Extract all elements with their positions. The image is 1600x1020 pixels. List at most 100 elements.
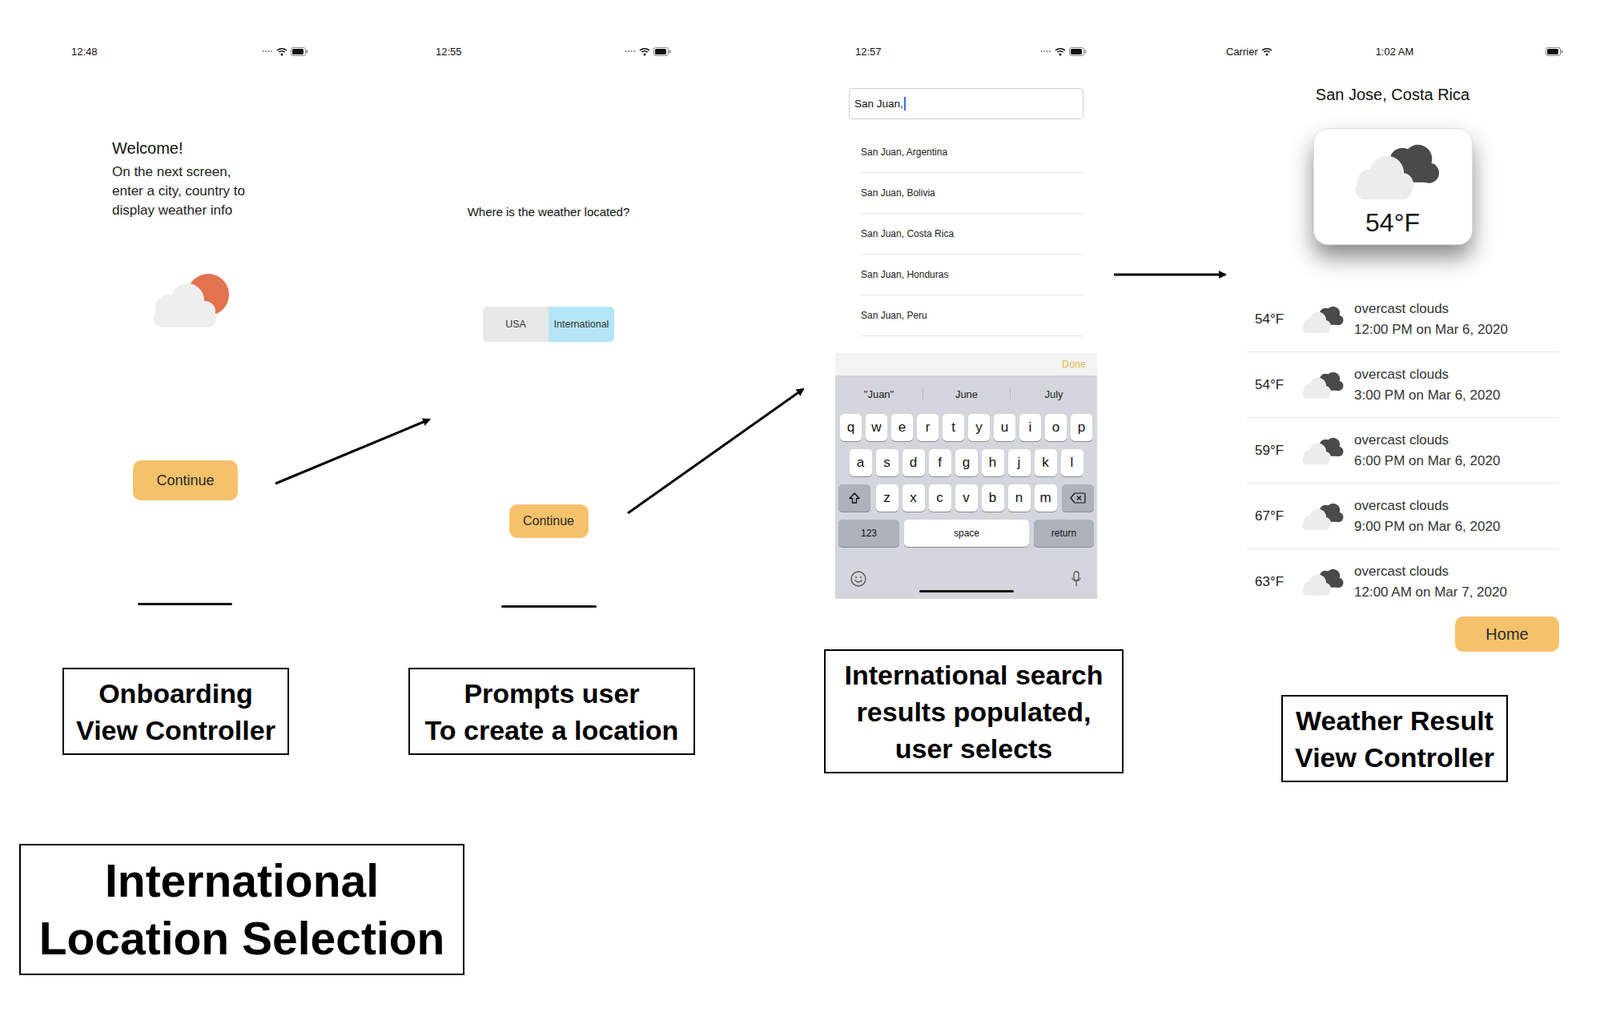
region-segmented-control: USAInternational xyxy=(482,306,615,342)
letter-key[interactable]: d xyxy=(902,449,925,477)
search-result-row[interactable]: San Juan, Honduras xyxy=(860,254,1084,296)
city-search-field[interactable]: San Juan, xyxy=(848,88,1084,120)
space-key[interactable]: space xyxy=(904,519,1030,547)
forecast-row[interactable]: 54°F overcast clouds3:00 PM on Mar 6, 202… xyxy=(1246,352,1560,419)
letter-group: zxcvbnm xyxy=(876,484,1058,512)
status-icons xyxy=(1413,47,1564,57)
letter-key[interactable]: w xyxy=(865,414,888,442)
search-result-row[interactable]: San Juan, Costa Rica xyxy=(860,213,1084,255)
overcast-clouds-icon xyxy=(1298,435,1344,467)
letter-key[interactable]: t xyxy=(942,414,965,442)
status-time: 1:02 AM xyxy=(1375,45,1415,58)
delete-key[interactable] xyxy=(1061,484,1094,512)
screen-label: OnboardingView Controller xyxy=(62,667,290,756)
forecast-text: overcast clouds6:00 PM on Mar 6, 2020 xyxy=(1354,430,1500,472)
forecast-row[interactable]: 54°F overcast clouds12:00 PM on Mar 6, 20… xyxy=(1246,286,1560,353)
forecast-row[interactable]: 63°Fovercast clouds12:00 AM on Mar 7, 20… xyxy=(1246,549,1560,616)
forecast-description: overcast clouds xyxy=(1354,561,1508,583)
letter-key[interactable]: i xyxy=(1019,414,1042,442)
done-button[interactable]: Done xyxy=(1061,358,1086,370)
letter-key[interactable]: s xyxy=(876,449,899,477)
shift-icon xyxy=(848,491,861,505)
letter-key[interactable]: z xyxy=(876,484,899,512)
letter-key[interactable]: c xyxy=(928,484,952,512)
forecast-temperature: 63°F xyxy=(1246,574,1299,591)
suggestion[interactable]: July xyxy=(1009,388,1098,401)
letter-key[interactable]: f xyxy=(928,449,952,477)
signal-icon xyxy=(1040,49,1052,53)
onboarding-content: Welcome!On the next screen,enter a city,… xyxy=(60,60,317,606)
forecast-description: overcast clouds xyxy=(1354,298,1508,320)
flow-arrow-icon xyxy=(1113,273,1226,277)
shift-key[interactable] xyxy=(838,484,871,512)
return-key[interactable]: return xyxy=(1033,519,1094,547)
letter-key[interactable]: b xyxy=(981,484,1005,512)
label-line: results populated, xyxy=(856,693,1092,731)
continue-button[interactable]: Continue xyxy=(509,504,589,539)
letter-key[interactable]: j xyxy=(1008,449,1031,477)
status-bar: Carrier1:02 AM xyxy=(1218,41,1567,61)
screen-label: Weather ResultView Controller xyxy=(1281,695,1508,783)
status-bar: 12:48 xyxy=(60,41,317,61)
forecast-time: 3:00 PM on Mar 6, 2020 xyxy=(1354,385,1500,407)
letter-key[interactable]: h xyxy=(981,449,1005,477)
letter-key[interactable]: q xyxy=(840,414,862,442)
current-temperature: 54°F xyxy=(1365,207,1420,238)
label-line: Onboarding xyxy=(98,675,254,712)
letter-key[interactable]: n xyxy=(1008,484,1031,512)
search-result-row[interactable]: San Juan, Argentina xyxy=(860,132,1084,173)
letter-key[interactable]: y xyxy=(968,414,990,442)
forecast-time: 12:00 PM on Mar 6, 2020 xyxy=(1354,319,1508,341)
home-wrap: Home xyxy=(1455,616,1560,652)
overcast-clouds-icon xyxy=(1298,369,1344,401)
forecast-row[interactable]: 59°Fovercast clouds6:00 PM on Mar 6, 202… xyxy=(1246,418,1560,484)
keyboard: Done"Juan"JuneJulyqwertyuiopasdfghjklzxc… xyxy=(835,353,1098,599)
home-indicator xyxy=(137,603,233,606)
continue-button[interactable]: Continue xyxy=(132,460,238,501)
letter-key[interactable]: u xyxy=(993,414,1016,442)
key-row: qwertyuiop xyxy=(838,414,1094,442)
onboarding-screen: 12:48Welcome!On the next screen,enter a … xyxy=(60,32,317,617)
letter-key[interactable]: m xyxy=(1034,484,1058,512)
letter-key[interactable]: l xyxy=(1061,449,1084,477)
forecast-row[interactable]: 67°Fovercast clouds9:00 PM on Mar 6, 202… xyxy=(1246,483,1560,550)
letter-key[interactable]: v xyxy=(955,484,978,512)
label-line: To create a location xyxy=(425,711,680,749)
search-result-row[interactable]: San Juan, Bolivia xyxy=(860,172,1084,214)
letter-key[interactable]: o xyxy=(1045,414,1067,442)
letter-key[interactable]: r xyxy=(916,414,939,442)
welcome-line: On the next screen, xyxy=(112,162,246,182)
delete-icon xyxy=(1069,492,1086,504)
text-caret xyxy=(904,96,906,111)
letter-key[interactable]: k xyxy=(1034,449,1058,477)
home-indicator xyxy=(919,590,1014,593)
suggestion[interactable]: June xyxy=(922,388,1010,401)
emoji-icon[interactable] xyxy=(849,570,868,588)
overcast-clouds-icon xyxy=(1298,501,1344,532)
keyboard-toolbar: Done xyxy=(835,353,1098,377)
forecast-temperature: 54°F xyxy=(1246,377,1299,394)
wifi-icon xyxy=(276,47,288,57)
suggestion[interactable]: "Juan" xyxy=(835,388,923,401)
status-bar: 12:57 xyxy=(835,41,1098,61)
number-key[interactable]: 123 xyxy=(838,519,900,547)
region-option[interactable]: International xyxy=(548,306,615,342)
forecast-time: 9:00 PM on Mar 6, 2020 xyxy=(1354,516,1500,538)
region-option[interactable]: USA xyxy=(482,306,549,342)
status-icons xyxy=(261,47,309,57)
microphone-icon[interactable] xyxy=(1069,570,1083,588)
status-time: 12:55 xyxy=(435,45,463,58)
forecast-icon-box xyxy=(1298,501,1344,532)
search-result-row[interactable]: San Juan, Peru xyxy=(860,295,1084,337)
letter-key[interactable]: g xyxy=(955,449,978,477)
letter-key[interactable]: a xyxy=(849,449,873,477)
key-row: 123spacereturn xyxy=(838,519,1094,547)
home-button[interactable]: Home xyxy=(1455,616,1560,652)
letter-key[interactable]: p xyxy=(1070,414,1093,442)
screen-label: International searchresults populated,us… xyxy=(824,649,1124,774)
forecast-text: overcast clouds12:00 PM on Mar 6, 2020 xyxy=(1354,298,1508,341)
forecast-temperature: 54°F xyxy=(1246,311,1299,328)
forecast-description: overcast clouds xyxy=(1354,364,1500,386)
letter-key[interactable]: e xyxy=(891,414,913,442)
letter-key[interactable]: x xyxy=(902,484,925,512)
